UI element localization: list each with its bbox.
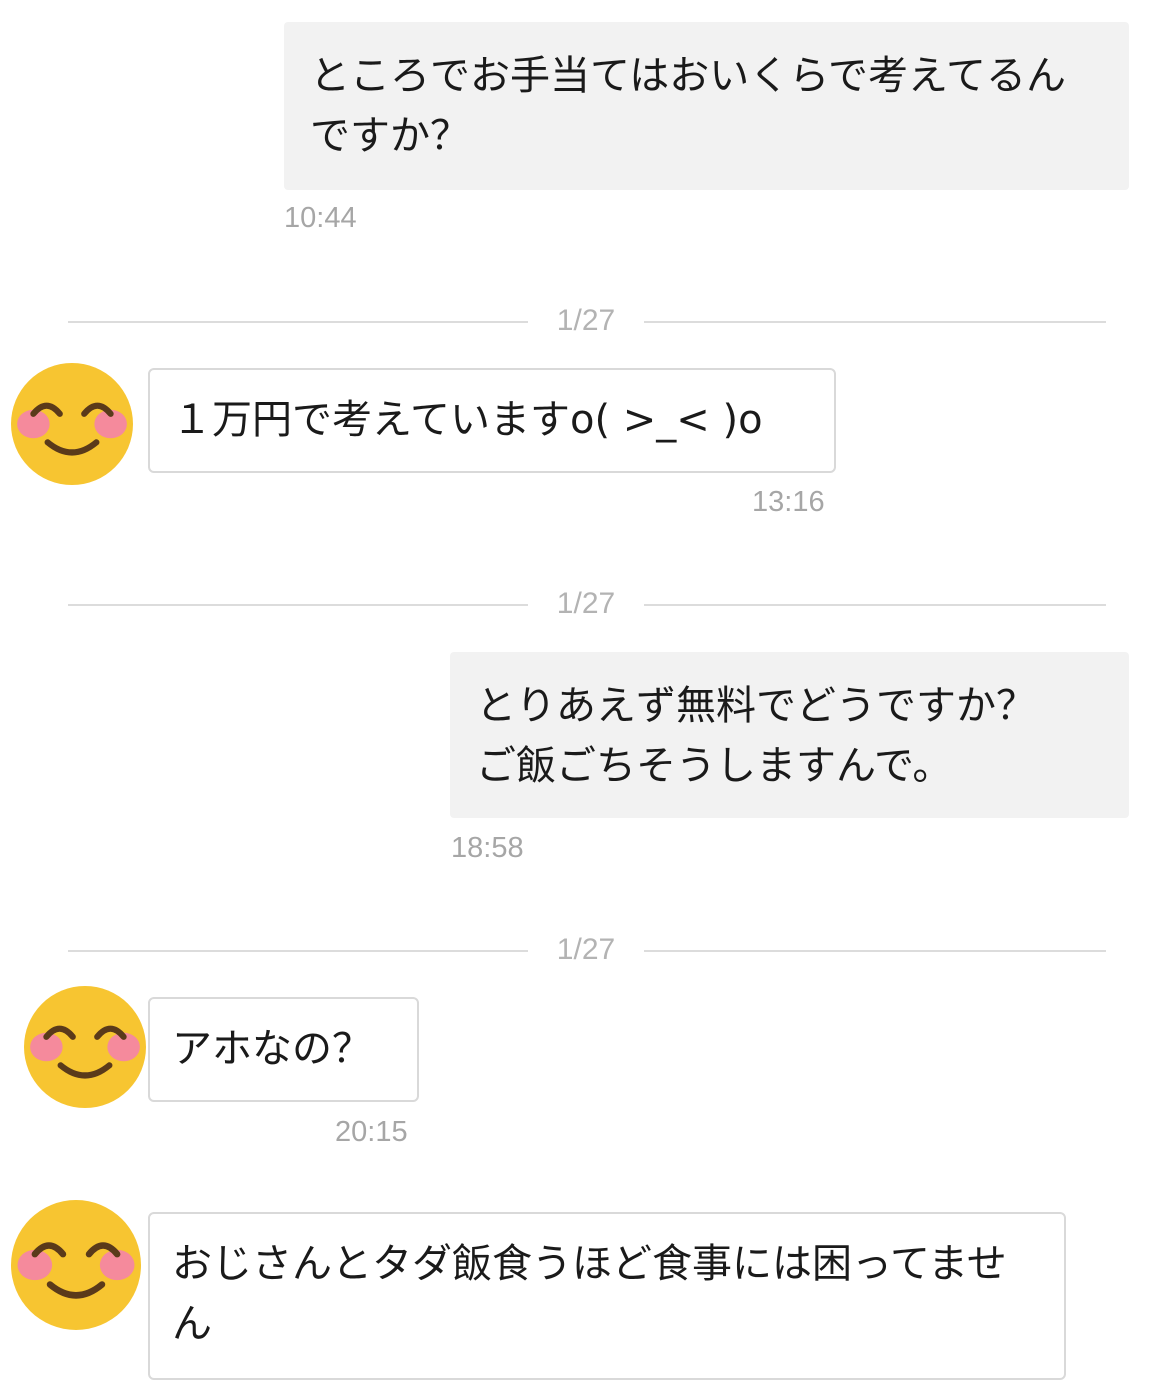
- smiling-face-icon[interactable]: [11, 363, 133, 485]
- message-bubble-incoming[interactable]: アホなの？: [148, 997, 419, 1102]
- date-divider-label: 1/27: [556, 304, 616, 337]
- message-timestamp: 18:58: [451, 832, 524, 864]
- message-timestamp: 13:16: [752, 486, 825, 518]
- message-bubble-outgoing[interactable]: ところでお手当てはおいくらで考えてるんですか？: [284, 22, 1129, 190]
- smiling-face-icon[interactable]: [11, 1200, 133, 1322]
- date-divider-line: [644, 321, 1106, 323]
- date-divider-line: [68, 950, 528, 952]
- message-text: アホなの？: [172, 1026, 372, 1072]
- message-timestamp: 10:44: [284, 202, 357, 234]
- message-bubble-incoming[interactable]: １万円で考えていますo( >_< )o: [148, 368, 836, 473]
- message-text: とりあえず無料でどうですか？ ご飯ごちそうしますんで。: [476, 683, 1036, 789]
- smiling-face-icon[interactable]: [24, 986, 146, 1108]
- message-text: おじさんとタダ飯食うほど食事には困ってません: [172, 1241, 1007, 1347]
- message-text: ところでお手当てはおいくらで考えてるんですか？: [310, 53, 1066, 159]
- message-timestamp: 20:15: [335, 1116, 408, 1148]
- date-divider-line: [68, 604, 528, 606]
- date-divider-line: [644, 950, 1106, 952]
- message-bubble-incoming[interactable]: おじさんとタダ飯食うほど食事には困ってません: [148, 1212, 1066, 1380]
- date-divider-label: 1/27: [556, 933, 616, 966]
- message-bubble-outgoing[interactable]: とりあえず無料でどうですか？ ご飯ごちそうしますんで。: [450, 652, 1129, 818]
- date-divider-label: 1/27: [556, 587, 616, 620]
- message-text: １万円で考えていますo( >_< )o: [172, 397, 763, 443]
- date-divider-line: [68, 321, 528, 323]
- date-divider-line: [644, 604, 1106, 606]
